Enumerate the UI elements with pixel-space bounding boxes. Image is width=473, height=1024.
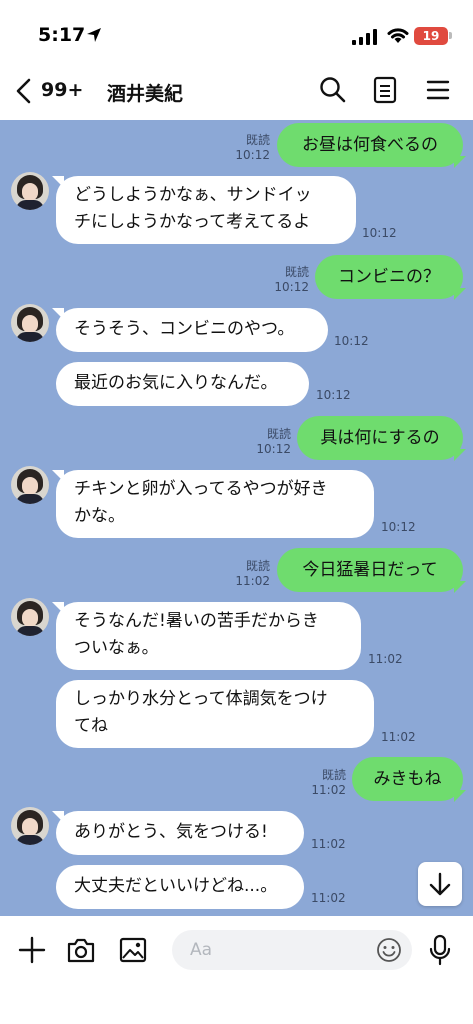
message-time: 11:02 (311, 891, 346, 905)
microphone-icon[interactable] (429, 934, 451, 966)
message-meta: 既読 11:02 (235, 559, 270, 588)
avatar[interactable] (11, 466, 49, 504)
notes-icon[interactable] (373, 76, 397, 104)
avatar[interactable] (11, 807, 49, 845)
message-time: 10:12 (362, 226, 397, 240)
bubble-tail (454, 790, 466, 802)
bubble-tail (454, 156, 466, 168)
received-message[interactable]: チキンと卵が入ってるやつが好き かな。 (56, 470, 374, 538)
avatar[interactable] (11, 598, 49, 636)
wifi-icon (387, 28, 409, 43)
message-meta: 既読 10:12 (274, 265, 309, 294)
chat-area[interactable]: 既読 10:12 お昼は何食べるの どうしようかなぁ、サンドイッ チにしようかなっ… (0, 120, 473, 916)
unread-count[interactable]: 99+ (41, 79, 83, 101)
sent-message[interactable]: お昼は何食べるの (277, 123, 463, 167)
message-time: 11:02 (311, 837, 346, 851)
message-time: 11:02 (381, 730, 416, 744)
received-message[interactable]: しっかり水分とって体調気をつけ てね (56, 680, 374, 748)
message-time: 11:02 (368, 652, 403, 666)
plus-icon[interactable] (18, 936, 46, 964)
menu-icon[interactable] (426, 76, 450, 104)
input-placeholder: Aa (190, 940, 213, 960)
emoji-icon[interactable] (376, 937, 402, 963)
scroll-down-button[interactable] (418, 862, 462, 906)
message-meta: 既読 10:12 (235, 133, 270, 162)
message-meta: 既読 11:02 (311, 768, 346, 797)
received-message[interactable]: どうしようかなぁ、サンドイッ チにしようかなって考えてるよ (56, 176, 356, 244)
contact-name[interactable]: 酒井美紀 (107, 79, 183, 106)
image-icon[interactable] (119, 937, 147, 963)
search-icon[interactable] (319, 76, 347, 104)
input-bar: Aa (0, 916, 473, 1024)
received-message[interactable]: 最近のお気に入りなんだ。 (56, 362, 309, 406)
message-input[interactable]: Aa (172, 930, 412, 970)
bubble-tail (454, 288, 466, 300)
sent-message[interactable]: コンビニの？ (315, 255, 463, 299)
sent-message[interactable]: 今日猛暑日だって (277, 548, 463, 592)
battery-tip (449, 32, 452, 39)
chat-header: 99+ 酒井美紀 (0, 62, 473, 120)
sent-message[interactable]: 具は何にするの (297, 416, 463, 460)
camera-icon[interactable] (66, 936, 96, 964)
location-arrow-icon (87, 28, 101, 42)
battery-icon: 19 (414, 27, 448, 45)
status-bar: 5:17 19 (0, 0, 473, 62)
message-meta: 既読 10:12 (256, 427, 291, 456)
scroll-down-icon (429, 872, 451, 896)
status-time: 5:17 (38, 24, 86, 46)
bubble-tail (454, 449, 466, 461)
sent-message[interactable]: みきもね (352, 757, 463, 801)
message-time: 10:12 (316, 388, 351, 402)
signal-icon (352, 29, 377, 45)
bubble-tail (454, 581, 466, 593)
avatar[interactable] (11, 304, 49, 342)
message-time: 10:12 (381, 520, 416, 534)
received-message[interactable]: 大丈夫だといいけどね...。 (56, 865, 304, 909)
message-time: 10:12 (334, 334, 369, 348)
back-chevron-icon[interactable] (14, 78, 34, 104)
received-message[interactable]: そうそう、コンビニのやつ。 (56, 308, 328, 352)
received-message[interactable]: ありがとう、気をつける! (56, 811, 304, 855)
received-message[interactable]: そうなんだ!暑いの苦手だからき ついなぁ。 (56, 602, 361, 670)
avatar[interactable] (11, 172, 49, 210)
